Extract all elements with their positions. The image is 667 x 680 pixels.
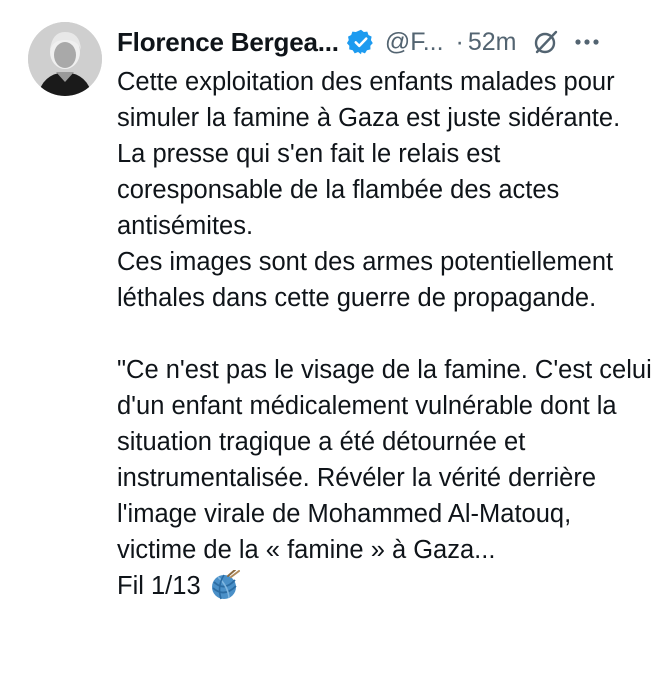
verified-badge-icon[interactable] — [346, 28, 375, 56]
thread-line: Fil 1/13 — [117, 568, 657, 604]
separator-dot: · — [455, 27, 464, 56]
post-paragraph: Ces images sont des armes potentiellemen… — [117, 248, 614, 312]
quoted-text: "Ce n'est pas le visage de la famine. C'… — [117, 356, 652, 564]
yarn-ball-icon — [209, 569, 241, 600]
tweet-header: Florence Bergea... @F... · 52m — [117, 22, 657, 62]
author-name[interactable]: Florence Bergea... — [117, 27, 339, 58]
thread-label[interactable]: Fil 1/13 — [117, 572, 201, 600]
post-text: Cette exploitation des enfants malades p… — [117, 64, 657, 604]
post-paragraph: La presse qui s'en fait le relais est co… — [117, 140, 560, 240]
author-handle[interactable]: @F... — [385, 28, 444, 57]
post-paragraph: Cette exploitation des enfants malades p… — [117, 68, 621, 132]
more-dots-icon[interactable] — [573, 29, 601, 55]
avatar[interactable] — [28, 22, 102, 96]
post-timestamp[interactable]: 52m — [468, 28, 517, 57]
grok-icon[interactable] — [533, 29, 559, 55]
tweet[interactable]: Florence Bergea... @F... · 52m Cette exp… — [0, 0, 667, 680]
